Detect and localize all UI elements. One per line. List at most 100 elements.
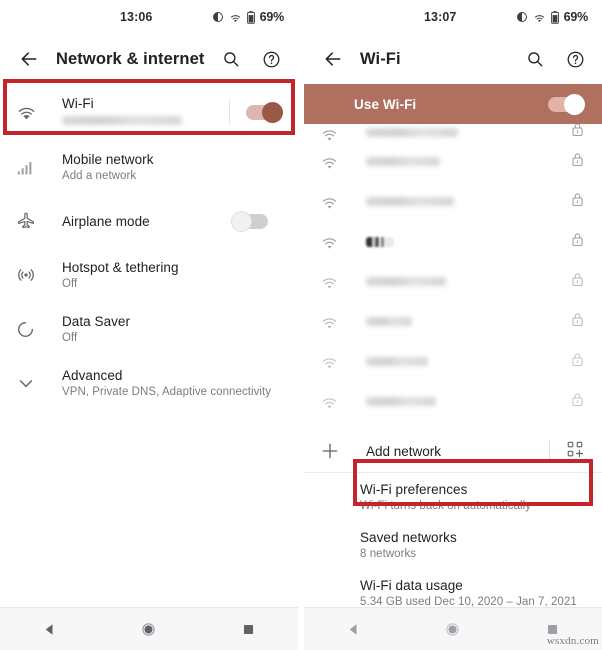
nav-back-icon[interactable] [30,609,70,649]
option-title: Wi-Fi data usage [360,577,463,593]
redacted-network-name [366,317,412,326]
settings-row-subtitle: Off [62,277,78,290]
help-icon[interactable] [256,44,286,74]
lock-icon [571,272,584,292]
wifi-icon [533,12,546,23]
dnd-icon [516,11,528,23]
settings-row-title: Mobile network [62,151,154,167]
divider [229,99,230,125]
nav-home-icon[interactable] [129,609,169,649]
redacted-network-name [366,236,394,247]
settings-row-texts: Airplane mode [50,213,232,230]
option-title: Saved networks [360,529,457,545]
settings-row-title: Airplane mode [62,213,150,229]
settings-row-title: Advanced [62,367,123,383]
network-row[interactable] [304,302,602,342]
wifi-signal-icon [320,235,354,250]
redacted-network-name [62,115,182,125]
signal-bars-icon [16,159,50,176]
toggle-knob [262,101,283,123]
battery-icon [246,10,255,24]
option-row-saved-networks[interactable]: Saved networks 8 networks [304,521,602,569]
nav-recents-icon[interactable] [228,609,268,649]
network-name [354,393,571,411]
app-bar-actions-right [520,44,590,74]
plus-icon [320,441,354,461]
network-row[interactable] [304,222,602,262]
divider [549,440,550,462]
app-bar-actions-left [216,44,286,74]
settings-row-trailing [231,210,282,232]
network-name [354,193,571,211]
settings-row-texts: Advanced VPN, Private DNS, Adaptive conn… [50,367,282,400]
airplane-icon [16,211,50,231]
settings-row-data-saver[interactable]: Data Saver Off [0,302,298,356]
network-name [354,273,571,291]
wifi-signal-icon [320,355,354,370]
lock-icon [571,152,584,172]
redacted-network-name [366,128,458,137]
search-icon[interactable] [520,44,550,74]
wifi-toggle[interactable] [246,101,283,123]
settings-row-hotspot-tethering[interactable]: Hotspot & tethering Off [0,248,298,302]
back-arrow-icon[interactable] [316,42,350,76]
nav-back-icon[interactable] [334,609,374,649]
lock-icon [571,232,584,252]
help-icon[interactable] [560,44,590,74]
settings-row-texts: Mobile network Add a network [50,151,282,184]
redacted-network-name [366,197,454,206]
settings-row-trailing [229,99,283,125]
option-texts: Wi-Fi data usage 5.34 GB used Dec 10, 20… [360,577,586,610]
settings-row-mobile-network[interactable]: Mobile network Add a network [0,140,298,194]
use-wifi-toggle[interactable] [548,93,585,115]
status-icons: 69% [212,10,284,24]
add-network-label: Add network [366,443,442,459]
back-arrow-icon[interactable] [12,42,46,76]
battery-percent: 69% [259,10,285,24]
option-title: Wi-Fi preferences [360,481,468,497]
wifi-icon [16,104,50,121]
wifi-signal-icon [320,315,354,330]
wifi-signal-icon [320,155,354,170]
network-row[interactable] [304,182,602,222]
status-time: 13:06 [120,10,153,24]
use-wifi-banner[interactable]: Use Wi-Fi [304,84,602,124]
network-row[interactable] [304,342,602,382]
lock-icon [571,124,584,142]
wifi-icon [229,12,242,23]
settings-row-title: Wi-Fi [62,95,94,111]
network-name [354,124,571,142]
network-row[interactable] [304,262,602,302]
lock-icon [571,352,584,372]
settings-row-airplane-mode[interactable]: Airplane mode [0,194,298,248]
network-row[interactable] [304,382,602,422]
nav-home-icon[interactable] [433,609,473,649]
option-subtitle: 8 networks [360,547,417,560]
watermark: wsxdn.com [546,635,599,647]
settings-row-texts: Data Saver Off [50,313,282,346]
add-network-row[interactable]: Add network [304,430,602,472]
lock-icon [571,312,584,332]
settings-row-wifi[interactable]: Wi-Fi [0,84,298,140]
toggle-knob [231,210,252,232]
redacted-network-name [366,277,446,286]
redacted-network-name [366,157,440,166]
data-saver-icon [16,320,50,339]
qr-code-icon[interactable] [566,440,584,463]
network-row[interactable] [304,142,602,182]
phone-panel-network-internet: 13:06 69% Network & internet Wi-Fi Mobil… [0,0,298,650]
airplane-mode-toggle[interactable] [231,210,268,232]
network-name [354,353,571,371]
option-row-wifi-preferences[interactable]: Wi-Fi preferences Wi-Fi turns back on au… [304,473,602,521]
network-row[interactable] [304,124,602,142]
navigation-bar-left [0,607,298,650]
battery-icon [550,10,559,24]
app-bar-left: Network & internet [0,34,298,84]
network-name [354,233,571,252]
search-icon[interactable] [216,44,246,74]
settings-row-subtitle: VPN, Private DNS, Adaptive connectivity [62,385,272,398]
use-wifi-label: Use Wi-Fi [354,96,417,112]
settings-row-texts: Hotspot & tethering Off [50,259,282,292]
settings-row-advanced[interactable]: Advanced VPN, Private DNS, Adaptive conn… [0,356,298,410]
